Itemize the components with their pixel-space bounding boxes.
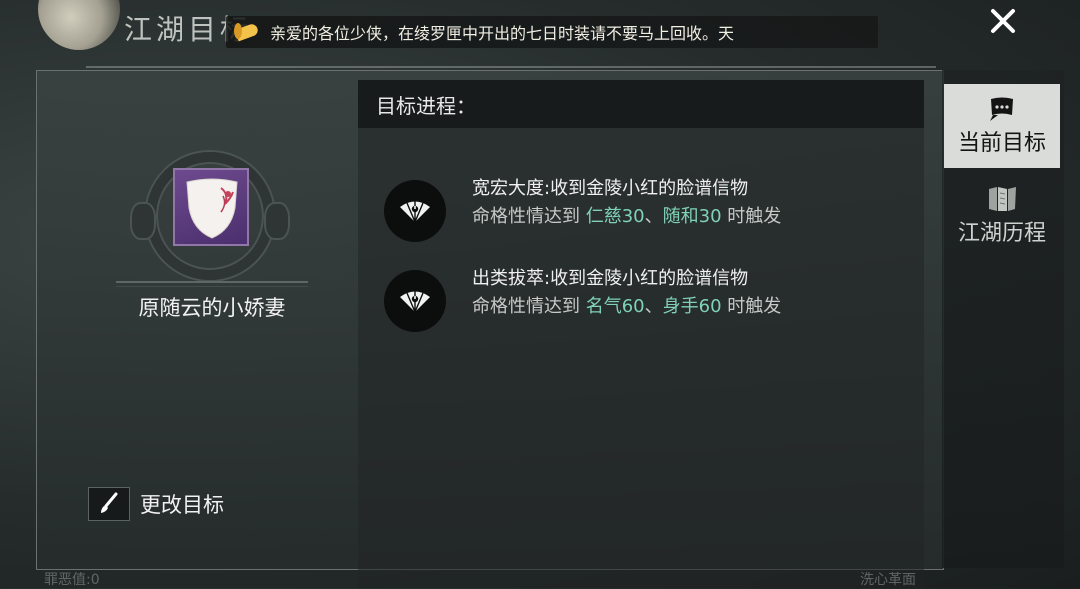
name-divider (116, 281, 308, 287)
goal-condition: 命格性情达到 名气60、身手60 时触发 (472, 296, 782, 317)
sidebar: 当前目标 江湖历程 (942, 70, 1064, 568)
fan-icon (384, 180, 446, 242)
close-button[interactable] (982, 0, 1024, 42)
goal-progress-panel: 目标进程： 宽宏大度:收到金陵小红的脸谱信物 命格性情达到 仁慈30、随和30 … (358, 80, 924, 588)
goal-title: 宽宏大度:收到金陵小红的脸谱信物 (472, 178, 749, 199)
change-goal-button[interactable]: 更改目标 (88, 487, 224, 521)
tab-label: 江湖历程 (957, 221, 1046, 246)
announcement-text: 亲爱的各位少侠，在绫罗匣中开出的七日时装请不要马上回收。天 (270, 24, 735, 43)
open-scroll-icon (985, 185, 1019, 213)
character-name: 原随云的小娇妻 (138, 296, 286, 320)
scroll-icon (987, 95, 1017, 123)
horn-icon (232, 21, 266, 43)
frame-top-line (86, 66, 936, 68)
tab-current-goal[interactable]: 当前目标 (944, 84, 1060, 168)
brush-icon (88, 487, 130, 521)
bottom-bar: 罪恶值:0 洗心革面 (0, 572, 1080, 588)
goal-item: 宽宏大度:收到金陵小红的脸谱信物 命格性情达到 仁慈30、随和30 时触发 (384, 174, 904, 242)
goal-item: 出类拔萃:收到金陵小红的脸谱信物 命格性情达到 名气60、身手60 时触发 (384, 264, 904, 332)
announcement-banner: 亲爱的各位少侠，在绫罗匣中开出的七日时装请不要马上回收。天 (226, 16, 878, 48)
mask-icon (186, 178, 238, 239)
repent-button[interactable]: 洗心革面 (860, 569, 916, 589)
goal-title: 出类拔萃:收到金陵小红的脸谱信物 (472, 268, 749, 289)
panel-header: 目标进程： (358, 80, 924, 128)
character-emblem (130, 150, 290, 280)
moon-decoration (38, 0, 120, 50)
mask-item[interactable] (173, 168, 249, 246)
change-goal-label: 更改目标 (140, 493, 224, 517)
close-icon (991, 9, 1015, 33)
sin-value: 罪恶值:0 (44, 572, 100, 588)
tab-history[interactable]: 江湖历程 (944, 174, 1060, 258)
fan-icon (384, 270, 446, 332)
tab-label: 当前目标 (957, 131, 1046, 156)
goal-condition: 命格性情达到 仁慈30、随和30 时触发 (472, 206, 782, 227)
